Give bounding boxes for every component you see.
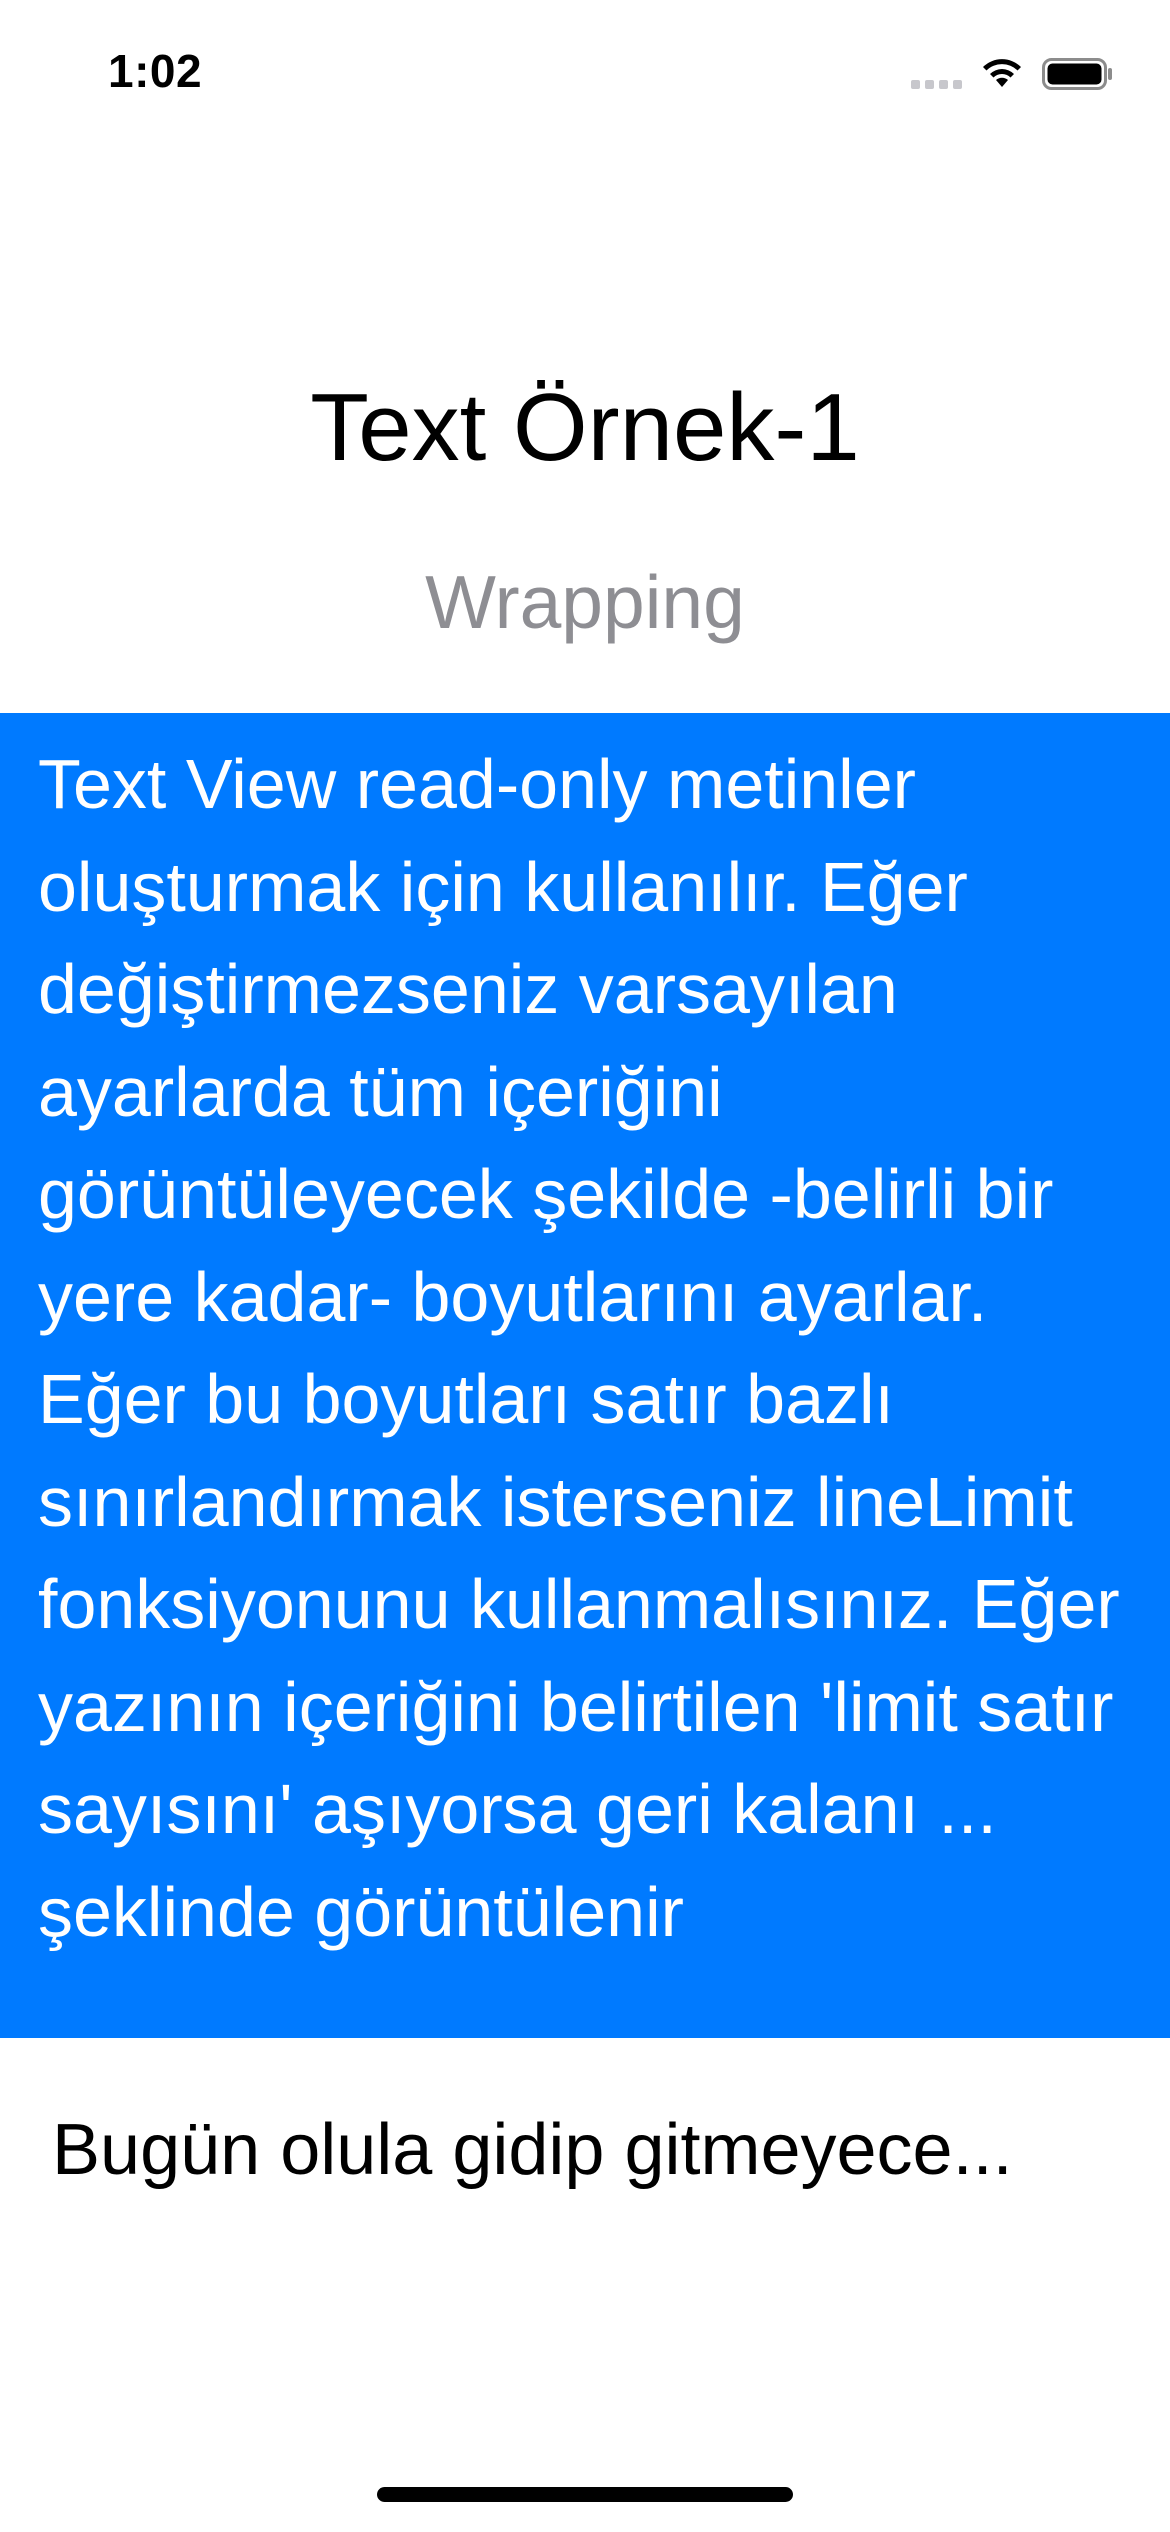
page-subtitle: Wrapping bbox=[425, 560, 745, 644]
status-time: 1:02 bbox=[108, 45, 203, 97]
signal-icon bbox=[911, 59, 962, 89]
battery-icon bbox=[1042, 56, 1114, 92]
status-icons bbox=[911, 52, 1114, 96]
wrapped-text-block: Text View read-only metinler oluşturmak … bbox=[0, 713, 1170, 2038]
wrapped-text: Text View read-only metinler oluşturmak … bbox=[38, 745, 1120, 1951]
truncated-text: Bugün olula gidip gitmeyece... bbox=[52, 2110, 1013, 2190]
wifi-icon bbox=[980, 57, 1024, 91]
status-bar: 1:02 bbox=[0, 0, 1170, 150]
page-title: Text Örnek-1 bbox=[310, 374, 860, 481]
home-indicator[interactable] bbox=[377, 2487, 793, 2502]
